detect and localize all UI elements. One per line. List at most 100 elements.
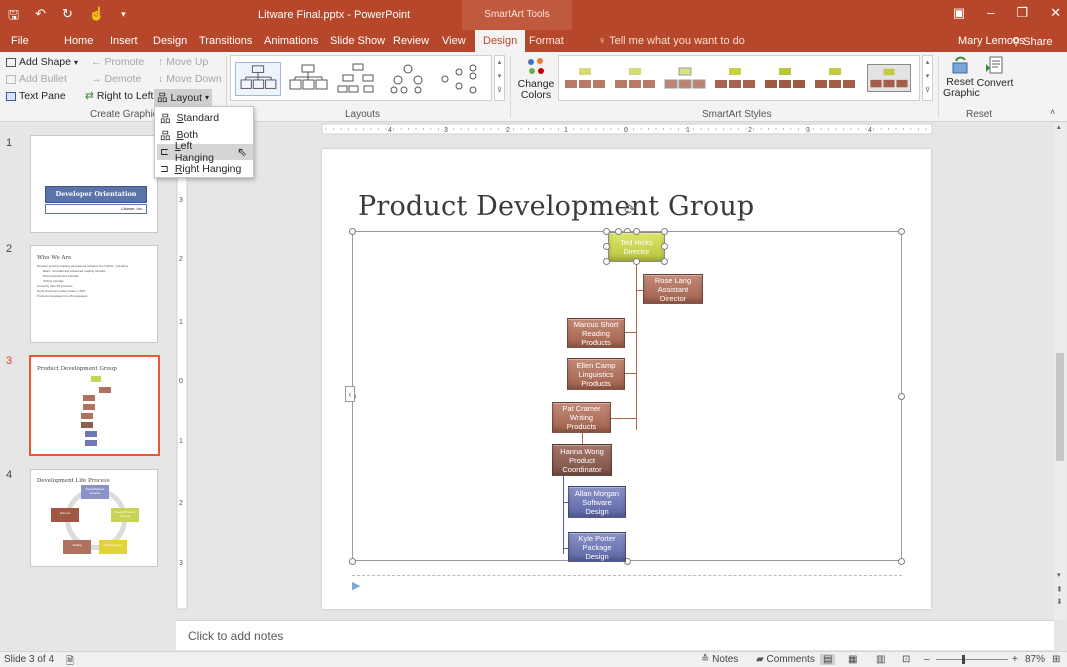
undo-icon[interactable]: ↶ (35, 6, 46, 28)
resize-handle[interactable] (898, 558, 905, 565)
zoom-level[interactable]: 87% (1025, 654, 1045, 665)
scroll-down-icon[interactable]: ▾ (1057, 571, 1061, 579)
zoom-out-icon[interactable]: – (924, 654, 930, 665)
slide-title[interactable]: Product Development Group (358, 191, 754, 222)
notes-pane[interactable]: Click to add notes (176, 620, 1054, 650)
menu-item-standard[interactable]: 品 Standard (157, 110, 253, 126)
node-handle[interactable] (603, 243, 610, 250)
save-icon[interactable]: 🖫 (8, 6, 19, 28)
scroll-up-icon[interactable]: ▴ (1057, 123, 1061, 131)
resize-handle[interactable] (898, 228, 905, 235)
tab-transitions[interactable]: Transitions (199, 35, 252, 47)
resize-handle[interactable] (898, 393, 905, 400)
minimize-icon[interactable]: – (987, 5, 994, 21)
node-handle[interactable] (661, 228, 668, 235)
org-node-reading-products[interactable]: Marcus Short Reading Products (567, 318, 625, 348)
menu-item-right-hanging[interactable]: ⊐ Right Hanging (157, 161, 253, 177)
layouts-gallery-scroll[interactable]: ▴ ▾ ⊽ (494, 55, 505, 101)
org-node-package-design[interactable]: Kyle Porter Package Design (568, 532, 626, 562)
next-slide-icon[interactable]: ⇟ (1056, 597, 1063, 606)
resize-handle[interactable] (349, 228, 356, 235)
org-node-assistant-director[interactable]: Rose Lang Assistant Director (643, 274, 703, 304)
tab-home[interactable]: Home (64, 35, 93, 47)
tab-view[interactable]: View (442, 35, 466, 47)
style-thumb[interactable] (763, 64, 807, 92)
change-colors-button[interactable]: Change Colors (516, 56, 556, 101)
tab-design[interactable]: Design (153, 35, 187, 47)
slide-canvas[interactable]: Product Development Group ⟳ ‹ Ted Hicks … (322, 149, 931, 609)
reading-view-icon[interactable]: ▥ (876, 654, 885, 665)
style-thumb[interactable] (713, 64, 757, 92)
animation-play-icon[interactable]: ▶ (352, 579, 360, 592)
move-down-button[interactable]: ↓ Move Down (158, 73, 222, 85)
tab-file[interactable]: File (11, 35, 29, 47)
add-shape-button[interactable]: Add Shape ▾ (6, 56, 78, 68)
share-button[interactable]: ⚲ Share (1012, 35, 1052, 48)
layout-name-title-org-thumb[interactable] (285, 62, 331, 96)
layout-circle-hierarchy-thumb[interactable] (385, 62, 431, 96)
fit-slide-icon[interactable]: ⊞ (1052, 654, 1060, 665)
tab-smartart-format[interactable]: Format (529, 35, 564, 47)
slide-show-icon[interactable]: ⊡ (902, 654, 910, 665)
restore-icon[interactable]: ❐ (1016, 5, 1028, 21)
slide-sorter-icon[interactable]: ▦ (848, 654, 857, 665)
reset-graphic-button[interactable]: Reset Graphic (943, 54, 980, 99)
zoom-slider-track[interactable] (936, 659, 1008, 660)
demote-button[interactable]: → Demote (91, 73, 141, 85)
resize-handle[interactable] (349, 558, 356, 565)
tab-slide-show[interactable]: Slide Show (330, 35, 385, 47)
slide-thumbnail-4[interactable]: Development Life Process Needs/Market an… (30, 469, 158, 567)
smartart-frame[interactable]: ‹ Ted Hicks Director Rose Lang Assistant… (345, 228, 905, 565)
vertical-scrollbar[interactable]: ▴ ▾ ⇞ ⇟ (1054, 123, 1066, 620)
tab-smartart-design[interactable]: Design (475, 30, 526, 52)
close-icon[interactable]: ✕ (1050, 5, 1061, 21)
style-thumb[interactable] (663, 64, 707, 92)
node-handle[interactable] (615, 228, 622, 235)
style-thumb-selected[interactable] (867, 64, 911, 92)
right-to-left-button[interactable]: ⇄ Right to Left (85, 90, 153, 102)
node-handle[interactable] (633, 258, 640, 265)
notes-button[interactable]: ≙ Notes (701, 654, 738, 665)
layout-button[interactable]: 品 Layout ▾ (154, 89, 213, 106)
styles-gallery-scroll[interactable]: ▴ ▾ ⊽ (922, 55, 933, 101)
zoom-slider-thumb[interactable] (962, 655, 965, 664)
redo-icon[interactable]: ↻ (62, 6, 73, 28)
add-bullet-button[interactable]: Add Bullet (6, 73, 67, 85)
layout-hierarchy-thumb[interactable] (335, 62, 381, 96)
style-thumb[interactable] (563, 64, 607, 92)
tell-me-box[interactable]: ♀ Tell me what you want to do (598, 35, 745, 47)
tab-insert[interactable]: Insert (110, 35, 138, 47)
previous-slide-icon[interactable]: ⇞ (1056, 585, 1063, 594)
tab-animations[interactable]: Animations (264, 35, 318, 47)
ribbon-display-icon[interactable]: ▣ (953, 5, 965, 21)
promote-button[interactable]: ← Promote (91, 56, 144, 68)
node-handle[interactable] (603, 228, 610, 235)
org-node-linguistics-products[interactable]: Ellen Camp Linguistics Products (567, 358, 625, 390)
slide-thumbnail-2[interactable]: Who We Are Develop industry-leading educ… (30, 245, 158, 343)
node-handle[interactable] (603, 258, 610, 265)
rotate-handle-icon[interactable]: ⟳ (624, 201, 636, 218)
zoom-in-icon[interactable]: + (1012, 654, 1018, 665)
node-handle[interactable] (633, 228, 640, 235)
tab-review[interactable]: Review (393, 35, 429, 47)
layout-horizontal-hierarchy-thumb[interactable] (437, 62, 483, 96)
spelling-check-icon[interactable]: 🗎 (66, 654, 74, 667)
layout-org-chart-thumb[interactable] (235, 62, 281, 96)
org-node-software-design[interactable]: Allan Morgan Software Design (568, 486, 626, 518)
customize-qat-icon[interactable]: ▾ (121, 6, 126, 28)
node-handle[interactable] (661, 258, 668, 265)
style-thumb[interactable] (813, 64, 857, 92)
org-node-product-coordinator[interactable]: Hanna Wong Product Coordinator (552, 444, 612, 476)
menu-item-left-hanging[interactable]: ⊏ Left Hanging ⇖ (157, 140, 253, 164)
scrollbar-thumb[interactable] (1056, 353, 1064, 461)
normal-view-icon[interactable]: ▤ (820, 654, 836, 665)
move-up-button[interactable]: ↑ Move Up (158, 56, 208, 68)
slide-thumbnail-1[interactable]: Developer Orientation Litware, Inc. (30, 135, 158, 233)
text-pane-button[interactable]: Text Pane (6, 90, 66, 102)
text-pane-toggle[interactable]: ‹ (345, 386, 355, 402)
slide-thumbnail-3-selected[interactable]: Product Development Group (29, 355, 160, 456)
style-thumb[interactable] (613, 64, 657, 92)
touch-mode-icon[interactable]: ☝ (89, 6, 105, 28)
collapse-ribbon-icon[interactable]: ˄ (1050, 107, 1055, 117)
node-handle[interactable] (661, 243, 668, 250)
